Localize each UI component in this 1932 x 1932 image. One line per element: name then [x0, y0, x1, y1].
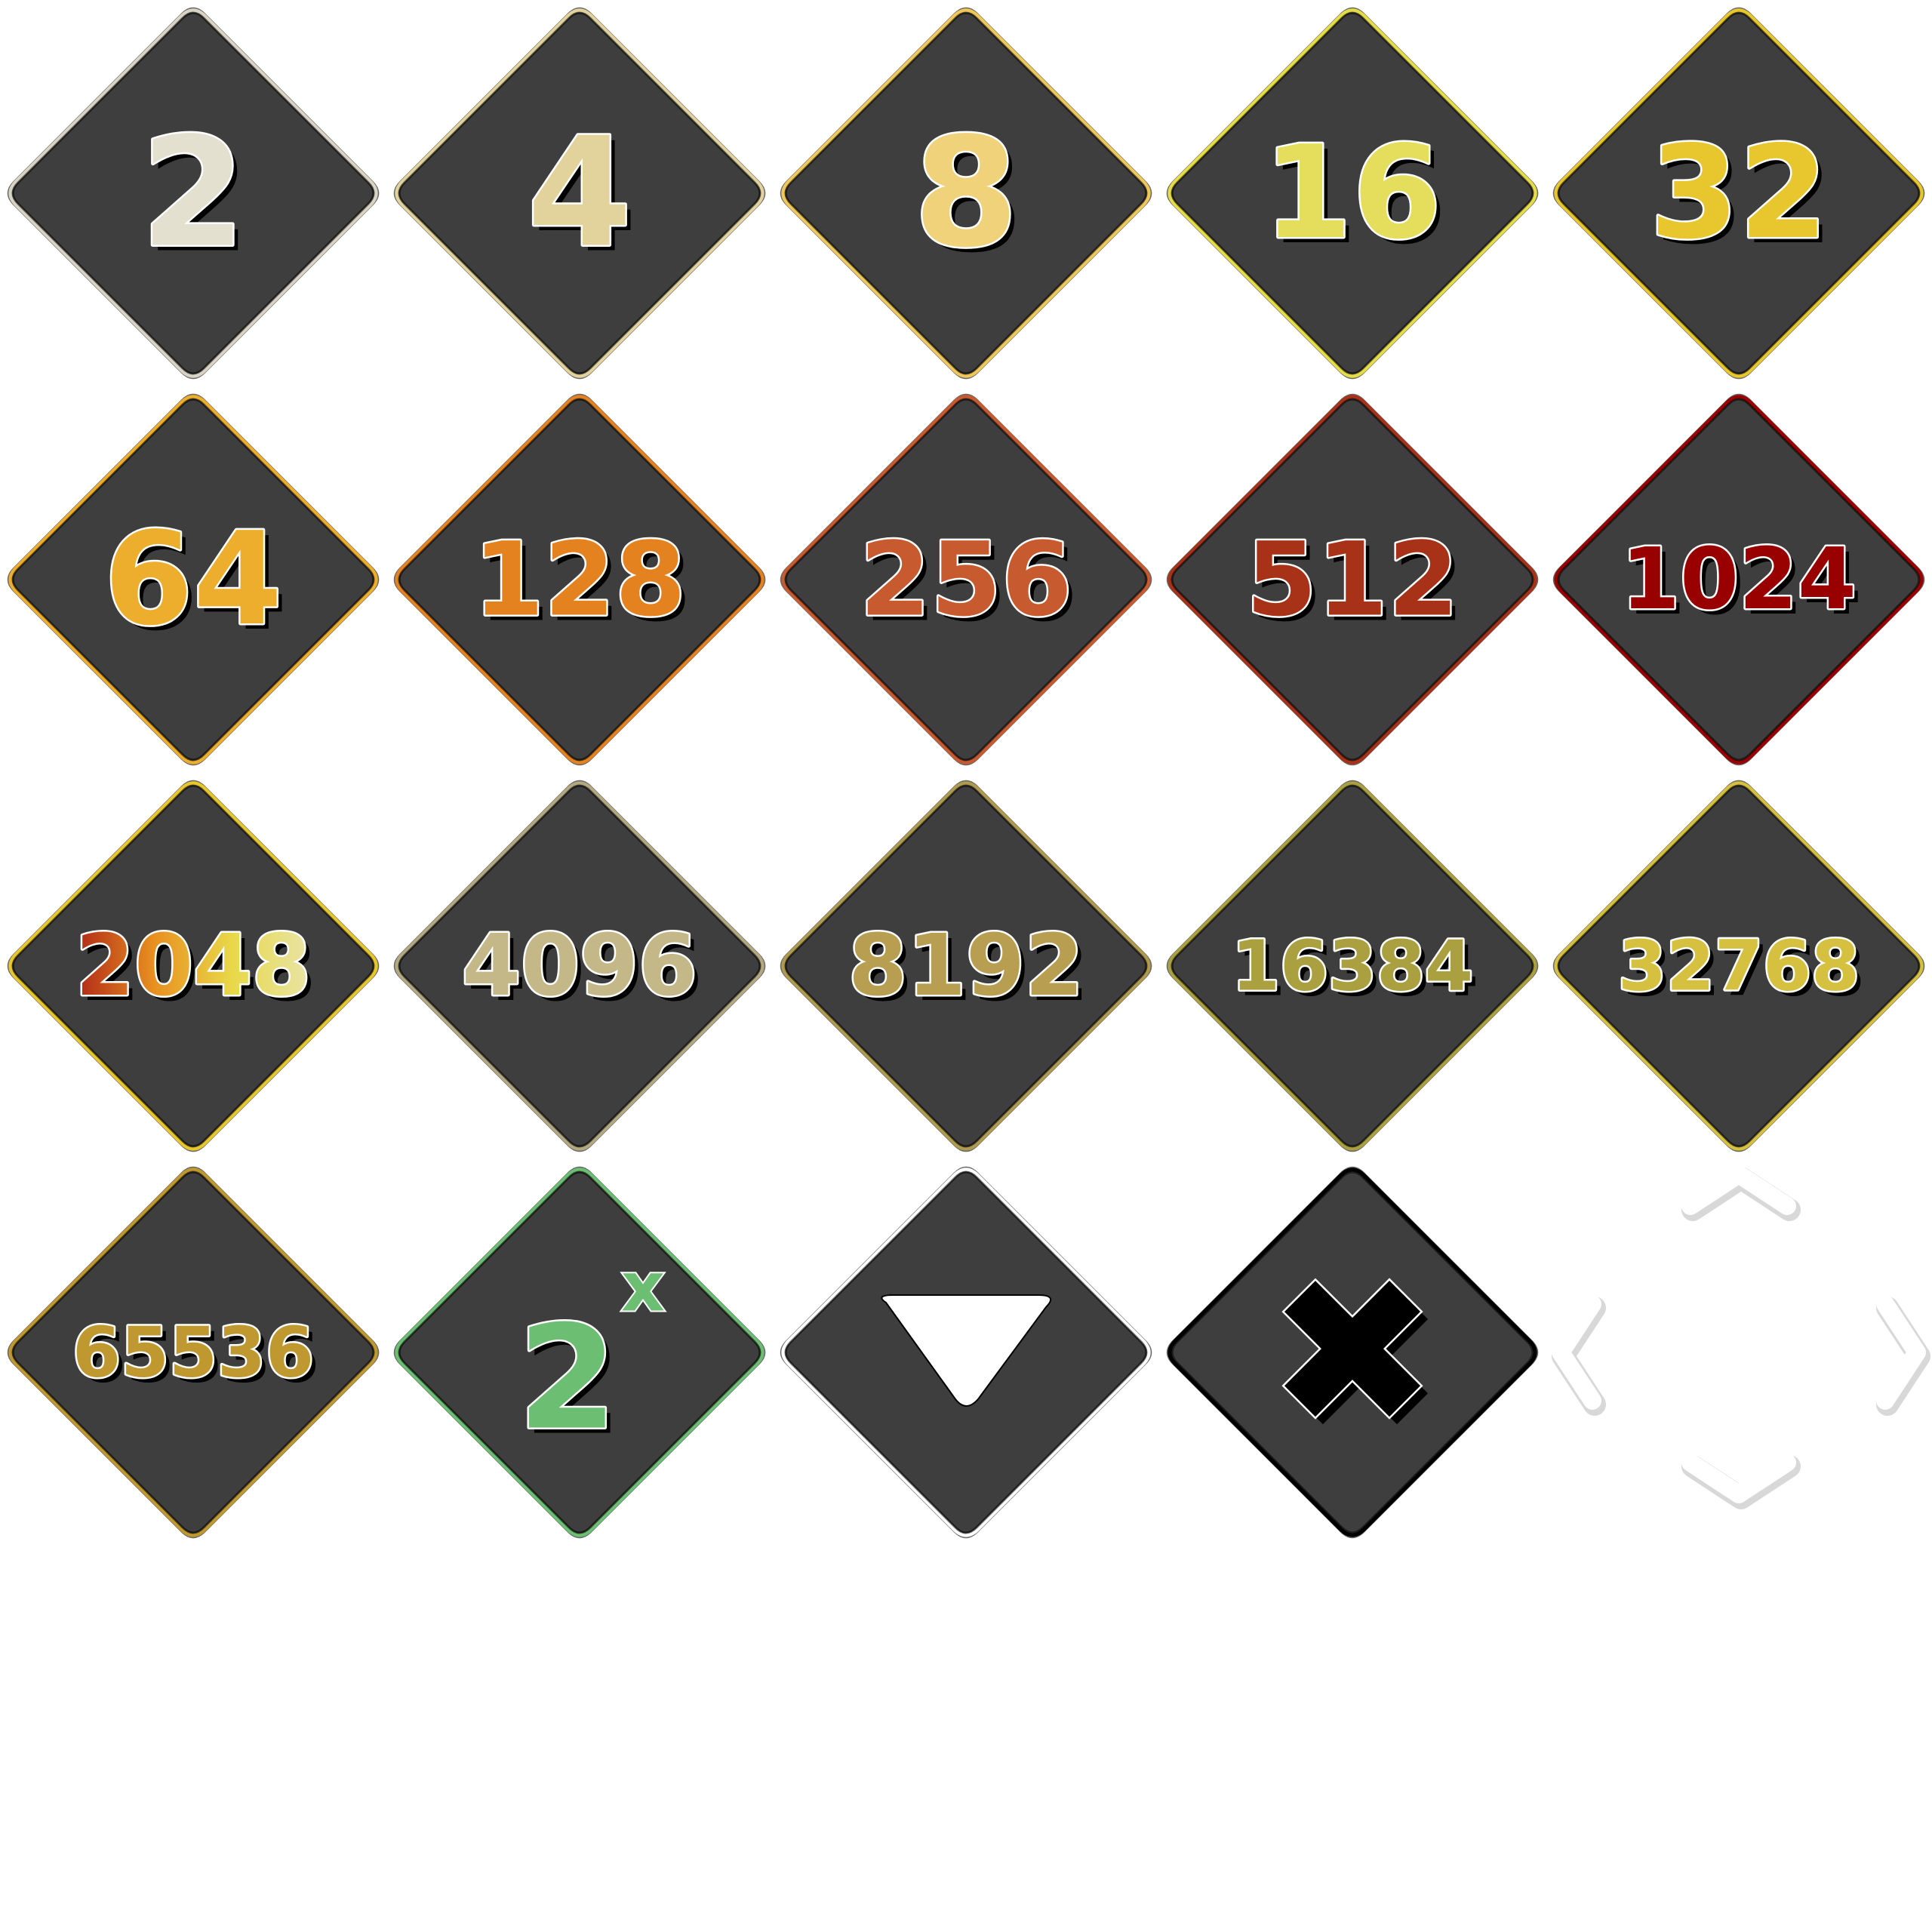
tile-2: 22 [0, 0, 386, 386]
x-icon: ✖ [1267, 1234, 1438, 1472]
tile-value-label: 128 [473, 521, 686, 639]
tile-32768: 32768 32768 [1546, 773, 1932, 1159]
tile-16-graphic: 1616 [1166, 7, 1539, 380]
tile-128-graphic: 128128 [393, 393, 766, 766]
tile-value-label: 4096 [462, 917, 697, 1015]
tile-32-graphic: 3232 [1552, 7, 1925, 380]
tile-16384: 16384 16384 [1159, 773, 1546, 1159]
tile-512: 512 512 [1159, 386, 1546, 773]
tile-value-label: 2 [140, 106, 245, 281]
tile-value-label: 256 [860, 521, 1072, 639]
tile-superscript-label: x [621, 1248, 665, 1327]
tile-value-label: 512 [1246, 521, 1459, 639]
tile-64-graphic: 6464 [7, 393, 380, 766]
tile-4: 44 [386, 0, 773, 386]
tile-128: 128 128 [386, 386, 773, 773]
tile-4-graphic: 44 [393, 7, 766, 380]
tile-2048: 2048 2048 [0, 773, 386, 1159]
tile-4096: 4096 4096 [386, 773, 773, 1159]
tile-65536-graphic: 6553665536 [7, 1166, 380, 1539]
tile-blocker-x: ✖ ✖ [1159, 1159, 1546, 1546]
tile-8192: 8192 8192 [773, 773, 1159, 1159]
tile-arrow-down-graphic [780, 1166, 1152, 1539]
tile-32768-graphic: 3276832768 [1552, 780, 1925, 1152]
tile-sprite-sheet: 2 2 4 4 8 8 16 16 32 32 64 64 128 128 256 256 512 512 1024… [0, 0, 1932, 1932]
tile-64: 64 64 [0, 386, 386, 773]
tile-65536: 65536 65536 [0, 1159, 386, 1546]
tile-powerup-2x: 22x [386, 1159, 773, 1546]
tile-8-graphic: 88 [780, 7, 1152, 380]
tile-value-label: 1024 [1621, 531, 1857, 629]
tile-arrow-down [773, 1159, 1159, 1546]
tile-value-label: 32768 [1618, 926, 1860, 1007]
tile-1024: 1024 1024 [1546, 386, 1932, 773]
tile-value-label: 4 [527, 106, 632, 281]
tile-16: 16 16 [1159, 0, 1546, 386]
tile-32: 32 32 [1546, 0, 1932, 386]
tile-16384-graphic: 1638416384 [1166, 780, 1539, 1152]
tile-value-label: 32 [1650, 118, 1829, 268]
tile-256-graphic: 256256 [780, 393, 1152, 766]
tile-4096-graphic: 40964096 [393, 780, 766, 1152]
tile-value-label: 64 [104, 505, 283, 654]
tile-value-label: 16384 [1232, 926, 1473, 1007]
tile-value-label: 8 [913, 106, 1018, 281]
tile-blocker-x-graphic: ✖✖ [1166, 1166, 1539, 1539]
tile-direction-cursor-graphic [1552, 1165, 1930, 1509]
tile-2-graphic: 22 [7, 7, 380, 380]
tile-1024-graphic: 10241024 [1552, 393, 1925, 766]
tile-value-label: 16 [1263, 118, 1442, 268]
tile-direction-cursor [1546, 1159, 1932, 1546]
tile-8: 88 [773, 0, 1159, 386]
tile-2048-graphic: 20482048 [7, 780, 380, 1152]
tile-value-label: 8192 [848, 917, 1084, 1015]
tile-256: 256 256 [773, 386, 1159, 773]
tile-512-graphic: 512512 [1166, 393, 1539, 766]
tile-8192-graphic: 81928192 [780, 780, 1152, 1152]
tile-value-label: 2 [518, 1295, 617, 1462]
tile-powerup-2x-graphic: 22x [393, 1166, 766, 1539]
tile-value-label: 65536 [72, 1312, 314, 1393]
tile-value-label: 2048 [75, 917, 311, 1015]
